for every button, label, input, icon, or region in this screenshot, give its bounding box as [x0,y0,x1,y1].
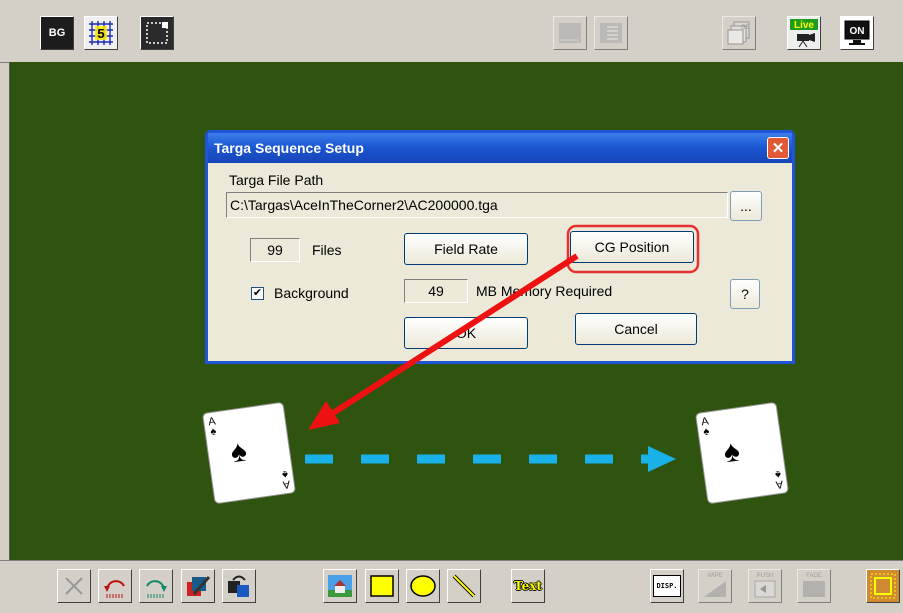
layout-icon [559,23,581,43]
files-count-field[interactable]: 99 [250,238,300,262]
svg-text:ON: ON [850,26,865,37]
line-tool-button[interactable] [447,569,481,603]
svg-text:5: 5 [97,26,104,41]
wipe-transition-button[interactable]: WIPE [698,569,732,603]
path-field[interactable]: C:\Targas\AceInTheCorner2\AC200000.tga [226,192,728,218]
rectangle-tool-button[interactable] [365,569,399,603]
memory-required-label: MB Memory Required [476,283,613,299]
ok-button[interactable]: OK [404,317,528,349]
fade-icon [803,581,825,597]
card-rank-top: A ♠ [700,415,711,439]
ace-of-spades-card-start[interactable]: A ♠ ♠ A ♠ [201,401,297,505]
background-label: Background [274,285,349,301]
browse-button[interactable]: ... [730,191,762,221]
close-button[interactable]: ✕ [767,137,789,159]
card-rank-bottom: A ♠ [280,467,291,491]
pencil-layers-icon [187,576,211,596]
files-label: Files [312,242,342,258]
dialog-titlebar[interactable]: Targa Sequence Setup [208,133,792,163]
redo-button[interactable] [139,569,173,603]
grid-icon: 5 [89,21,113,45]
card-rank-top: A ♠ [207,415,218,439]
dialog-title: Targa Sequence Setup [214,140,364,156]
monitor-icon: ON [844,20,870,45]
targa-sequence-setup-dialog: Targa Sequence Setup ✕ Targa File Path C… [205,130,795,364]
redo-arc-icon [146,580,167,598]
delete-button[interactable] [57,569,91,603]
fade-transition-button[interactable]: FADE [797,569,831,603]
live-camera-icon: Live [790,19,818,48]
push-icon [754,580,776,598]
layer-order-button[interactable] [222,569,256,603]
background-checkbox[interactable]: ✔ [251,287,264,300]
spade-icon: ♠ [721,434,742,470]
text-tool-icon: Text [514,579,542,593]
line-icon [452,574,476,598]
bottom-toolbar: Text DISP. WIPE PUSH FADE [0,560,903,613]
card-rank-bottom: A ♠ [773,467,784,491]
bg-icon: BG [48,27,66,39]
push-transition-button[interactable]: PUSH [748,569,782,603]
safe-area-button[interactable] [140,16,174,50]
svg-text:Live: Live [794,20,814,31]
cg-position-button[interactable]: CG Position [570,231,694,263]
undo-arc-icon [104,580,125,598]
memory-field: 49 [404,279,468,303]
x-icon [65,577,83,595]
safe-title-toggle-button[interactable] [866,569,900,603]
disp-icon: DISP. [653,575,681,597]
pages-icon: GE [727,21,750,45]
grid-button[interactable]: 5 [84,16,118,50]
field-rate-button[interactable]: Field Rate [404,233,528,265]
undo-button[interactable] [98,569,132,603]
list-layout-icon [600,23,622,43]
live-button[interactable]: Live [787,16,821,50]
cancel-button[interactable]: Cancel [575,313,697,345]
preview-right-button[interactable] [594,16,628,50]
help-button[interactable]: ? [730,279,760,309]
rectangle-icon [370,575,394,597]
wipe-icon [704,581,726,597]
ace-of-spades-card-end[interactable]: A ♠ ♠ A ♠ [694,401,790,505]
layers-icon [228,575,249,597]
display-button[interactable]: DISP. [650,569,684,603]
path-label: Targa File Path [229,172,324,188]
ge-pages-button[interactable]: GE [722,16,756,50]
edit-object-button[interactable] [181,569,215,603]
spade-icon: ♠ [228,434,249,470]
image-tool-button[interactable] [323,569,357,603]
background-button[interactable]: BG [40,16,74,50]
safe-area-icon [146,22,168,44]
top-toolbar: BG 5 GE Live ON [0,0,903,63]
ellipse-tool-button[interactable] [406,569,440,603]
text-tool-button[interactable]: Text [511,569,545,603]
svg-text:GE: GE [741,25,750,31]
house-picture-icon [328,575,352,597]
safe-title-icon [870,573,896,599]
preview-left-button[interactable] [553,16,587,50]
on-air-button[interactable]: ON [840,16,874,50]
close-icon: ✕ [771,140,785,157]
ellipse-icon [410,575,436,597]
checkmark-icon: ✔ [252,287,263,299]
